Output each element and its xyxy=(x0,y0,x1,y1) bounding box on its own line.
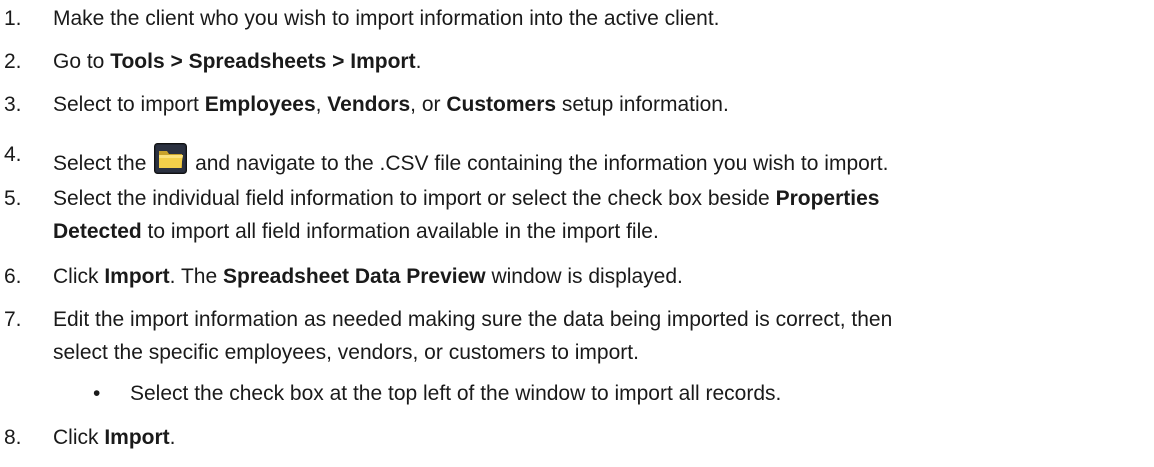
step-number: 5. xyxy=(4,187,22,210)
step-text: . xyxy=(169,426,176,449)
option-customers: Customers xyxy=(446,93,557,116)
step-number: 2. xyxy=(4,50,22,73)
step-text: Make the client who you wish to import i… xyxy=(53,7,720,30)
step-text: select the specific employees, vendors, … xyxy=(53,341,639,364)
step-text: Select the xyxy=(53,152,153,175)
bullet-text: Select the check box at the top left of … xyxy=(130,382,782,405)
step-text: Select to import xyxy=(53,93,205,116)
option-vendors: Vendors xyxy=(327,93,411,116)
import-label: Import xyxy=(104,265,170,288)
step-text: . xyxy=(415,50,422,73)
menu-path: Tools > Spreadsheets > Import xyxy=(110,50,416,73)
step-number: 6. xyxy=(4,265,22,288)
window-name: Spreadsheet Data Preview xyxy=(222,265,486,288)
step-number: 7. xyxy=(4,308,22,331)
instructions-document: 1. Make the client who you wish to impor… xyxy=(0,0,1154,467)
step-text: Click xyxy=(53,265,105,288)
step-number: 1. xyxy=(4,7,22,30)
step-text: Edit the import information as needed ma… xyxy=(53,308,893,331)
step-number: 8. xyxy=(4,426,22,449)
bullet-icon: • xyxy=(93,382,101,405)
step-number: 4. xyxy=(4,143,22,166)
step-text: setup information. xyxy=(556,93,729,116)
option-detected: Detected xyxy=(53,220,142,243)
option-properties: Properties xyxy=(775,187,880,210)
step-text: window is displayed. xyxy=(485,265,683,288)
step-text: , xyxy=(315,93,328,116)
step-text: Go to xyxy=(53,50,111,73)
import-label: Import xyxy=(104,426,170,449)
step-text: , or xyxy=(410,93,447,116)
option-employees: Employees xyxy=(204,93,316,116)
step-text: to import all field information availabl… xyxy=(141,220,659,243)
step-number: 3. xyxy=(4,93,22,116)
folder-icon xyxy=(154,143,188,174)
step-text: Select the individual field information … xyxy=(53,187,776,210)
step-text: and navigate to the .CSV file containing… xyxy=(189,152,889,175)
step-text: Click xyxy=(53,426,105,449)
step-text: . The xyxy=(169,265,223,288)
